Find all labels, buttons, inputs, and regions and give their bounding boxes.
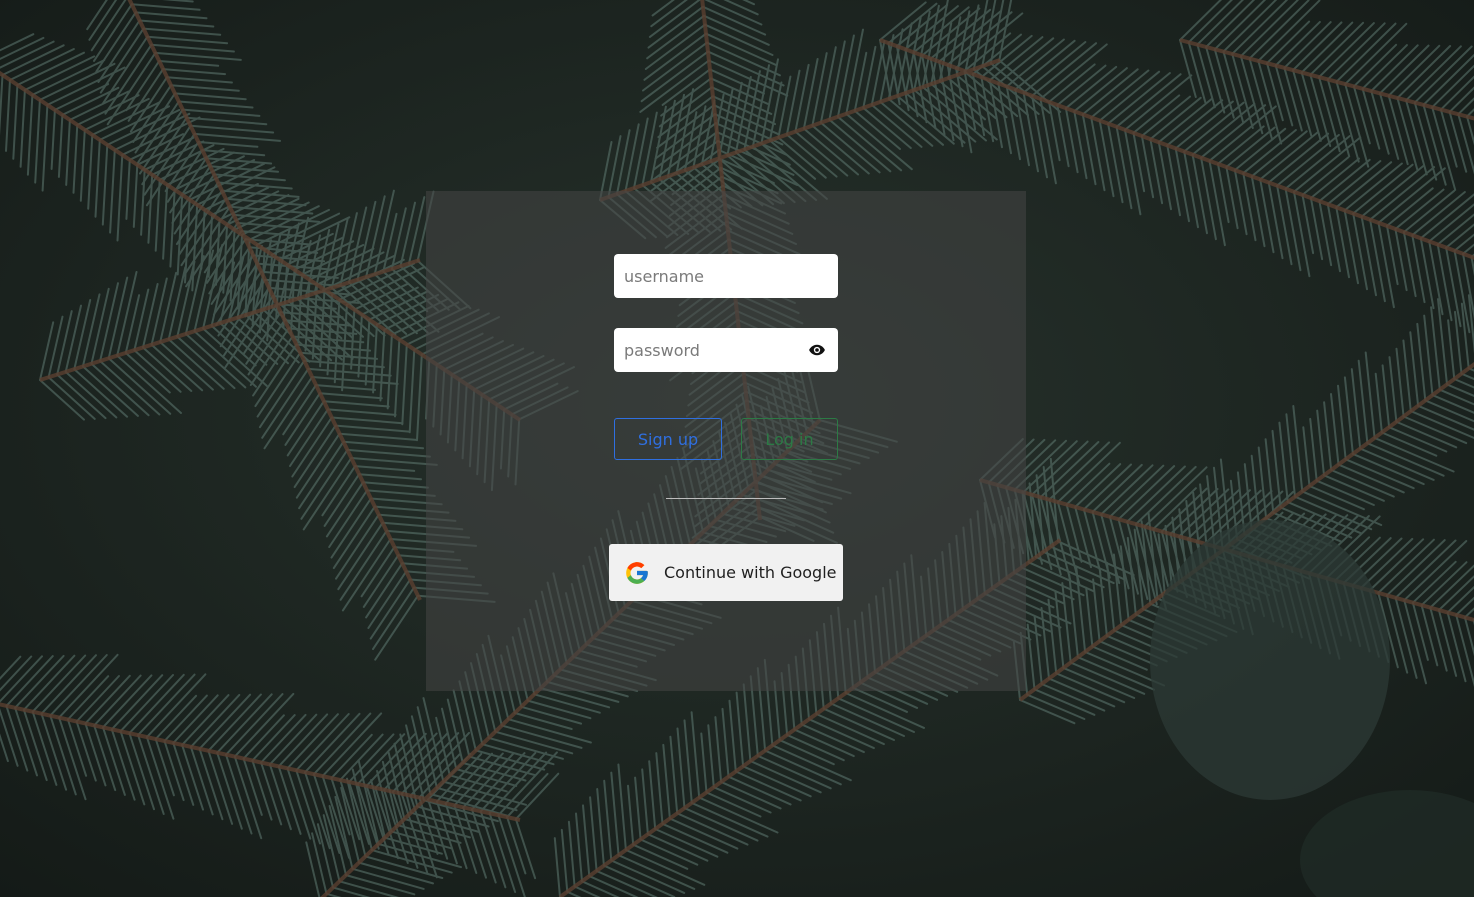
sign-up-label: Sign up: [637, 429, 699, 449]
log-in-button[interactable]: Log in: [741, 418, 838, 460]
continue-with-google-button[interactable]: Continue with Google: [609, 544, 843, 601]
username-input[interactable]: [614, 254, 838, 298]
log-in-label: Log in: [765, 429, 814, 449]
login-page: Sign up Log in Continue with Google: [0, 0, 1474, 897]
password-input[interactable]: [614, 328, 838, 372]
username-field-container: [614, 254, 838, 298]
google-logo-icon: [626, 562, 648, 584]
divider: [666, 498, 786, 499]
password-field-container: [614, 328, 838, 372]
login-card: Sign up Log in Continue with Google: [426, 191, 1026, 691]
eye-icon[interactable]: [808, 341, 826, 359]
sign-up-button[interactable]: Sign up: [614, 418, 722, 460]
continue-with-google-label: Continue with Google: [664, 563, 837, 582]
